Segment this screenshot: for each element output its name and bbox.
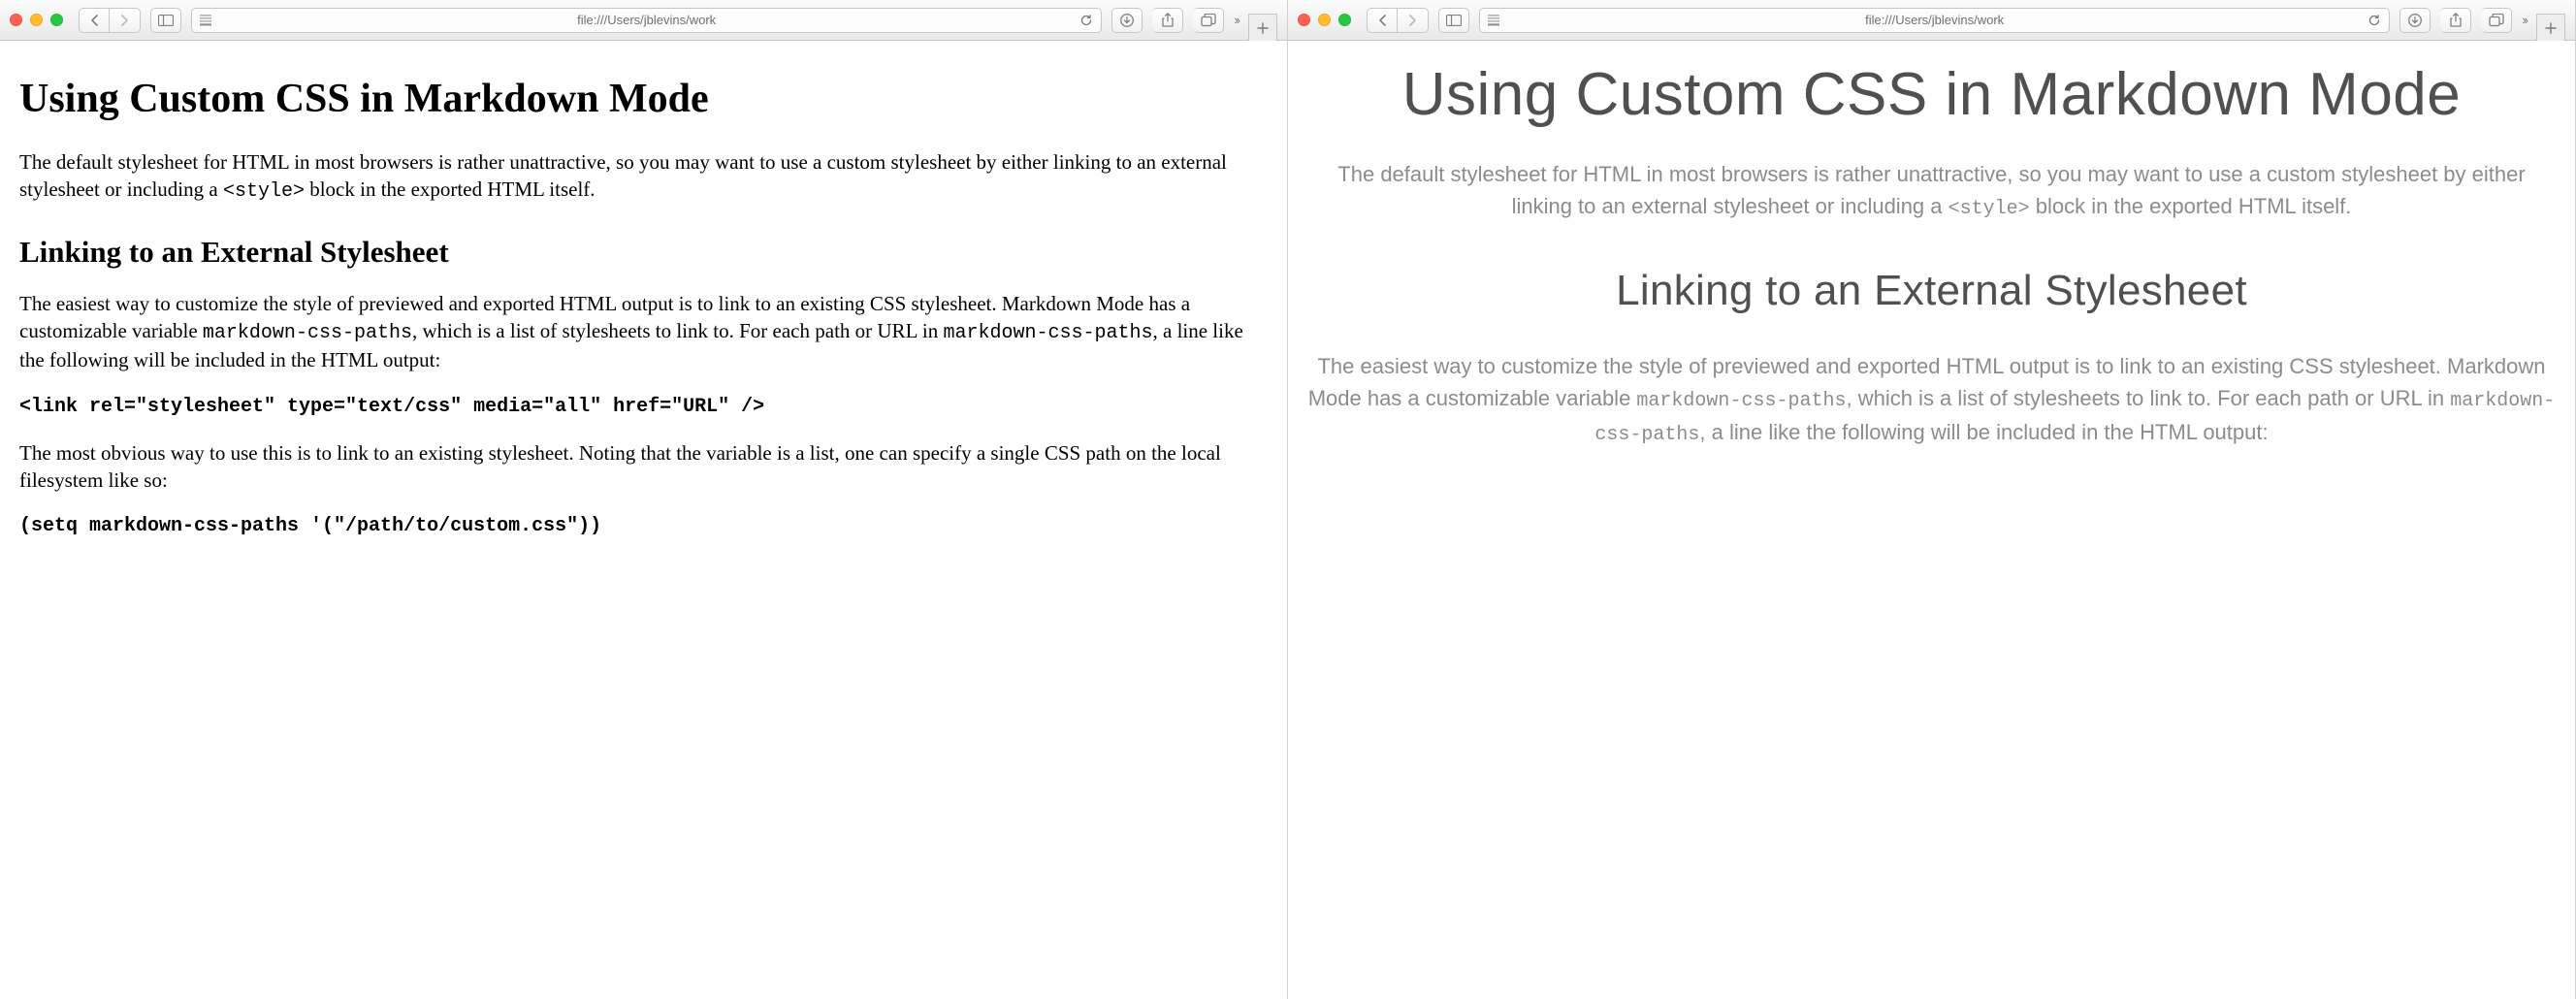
- close-window-button[interactable]: [10, 14, 22, 26]
- url-text: file:///Users/jblevins/work: [202, 13, 1091, 27]
- inline-code: <style>: [1948, 198, 2030, 220]
- new-tab-button[interactable]: [1248, 14, 1277, 41]
- maximize-window-button[interactable]: [50, 14, 63, 26]
- toolbar: file:///Users/jblevins/work ››: [0, 0, 1287, 41]
- minimize-window-button[interactable]: [30, 14, 43, 26]
- back-button[interactable]: [1367, 8, 1398, 33]
- toolbar: file:///Users/jblevins/work ››: [1288, 0, 2575, 41]
- reload-icon[interactable]: [2367, 14, 2381, 27]
- address-bar[interactable]: file:///Users/jblevins/work: [191, 8, 1102, 33]
- browser-window-left: file:///Users/jblevins/work ›› Using Cus…: [0, 0, 1288, 999]
- paragraph: The most obvious way to use this is to l…: [19, 439, 1268, 495]
- share-button[interactable]: [2440, 8, 2471, 33]
- reader-icon: [200, 15, 211, 25]
- plus-icon: [1257, 22, 1269, 34]
- forward-button[interactable]: [110, 8, 141, 33]
- maximize-window-button[interactable]: [1338, 14, 1351, 26]
- tab-strip: [1248, 14, 1277, 41]
- address-bar[interactable]: file:///Users/jblevins/work: [1479, 8, 2390, 33]
- toolbar-right: ››: [2399, 8, 2527, 33]
- nav-group: [1367, 8, 1429, 33]
- chevron-right-icon: [1408, 15, 1417, 26]
- tabs-button[interactable]: [2481, 8, 2512, 33]
- plus-icon: [2545, 22, 2557, 34]
- browser-window-right: file:///Users/jblevins/work ›› Using Cus…: [1288, 0, 2576, 999]
- share-icon: [2449, 13, 2463, 28]
- downloads-button[interactable]: [1111, 8, 1143, 33]
- tabs-icon: [2489, 14, 2504, 27]
- document-pane-custom: Using Custom CSS in Markdown Mode The de…: [1288, 41, 2575, 999]
- close-window-button[interactable]: [1298, 14, 1310, 26]
- toolbar-right: ››: [1111, 8, 1239, 33]
- paragraph: The easiest way to customize the style o…: [1305, 350, 2558, 450]
- share-button[interactable]: [1152, 8, 1183, 33]
- heading-2: Linking to an External Stylesheet: [1305, 259, 2558, 323]
- inline-code: markdown-css-paths: [203, 322, 412, 344]
- nav-group: [79, 8, 141, 33]
- tabs-icon: [1201, 14, 1216, 27]
- document-pane-default: Using Custom CSS in Markdown Mode The de…: [0, 41, 1287, 999]
- overflow-button[interactable]: ››: [1234, 13, 1239, 27]
- tabs-button[interactable]: [1193, 8, 1224, 33]
- url-text: file:///Users/jblevins/work: [1490, 13, 2379, 27]
- paragraph: The easiest way to customize the style o…: [19, 290, 1268, 374]
- heading-1: Using Custom CSS in Markdown Mode: [1305, 60, 2558, 129]
- sidebar-button[interactable]: [1438, 8, 1469, 33]
- paragraph: The default stylesheet for HTML in most …: [1305, 158, 2558, 224]
- overflow-button[interactable]: ››: [2522, 13, 2527, 27]
- tab-strip: [2536, 14, 2565, 41]
- minimize-window-button[interactable]: [1318, 14, 1331, 26]
- sidebar-icon: [1446, 15, 1462, 26]
- forward-button[interactable]: [1398, 8, 1429, 33]
- downloads-button[interactable]: [2399, 8, 2431, 33]
- download-icon: [2407, 13, 2423, 28]
- traffic-lights: [1298, 14, 1351, 26]
- inline-code: <style>: [223, 180, 305, 203]
- heading-1: Using Custom CSS in Markdown Mode: [19, 72, 1268, 127]
- paragraph: The default stylesheet for HTML in most …: [19, 148, 1268, 205]
- chevron-right-icon: [120, 15, 129, 26]
- share-icon: [1161, 13, 1175, 28]
- chevron-left-icon: [1378, 15, 1387, 26]
- new-tab-button[interactable]: [2536, 14, 2565, 41]
- chevron-left-icon: [90, 15, 99, 26]
- inline-code: markdown-css-paths: [943, 322, 1152, 344]
- traffic-lights: [10, 14, 63, 26]
- download-icon: [1119, 13, 1135, 28]
- back-button[interactable]: [79, 8, 110, 33]
- code-block: (setq markdown-css-paths '("/path/to/cus…: [19, 513, 1268, 539]
- reader-icon: [1488, 15, 1499, 25]
- sidebar-button[interactable]: [150, 8, 181, 33]
- heading-2: Linking to an External Stylesheet: [19, 232, 1268, 273]
- sidebar-icon: [158, 15, 174, 26]
- inline-code: markdown-css-paths: [1636, 390, 1846, 412]
- code-block: <link rel="stylesheet" type="text/css" m…: [19, 394, 1268, 420]
- reload-icon[interactable]: [1079, 14, 1093, 27]
